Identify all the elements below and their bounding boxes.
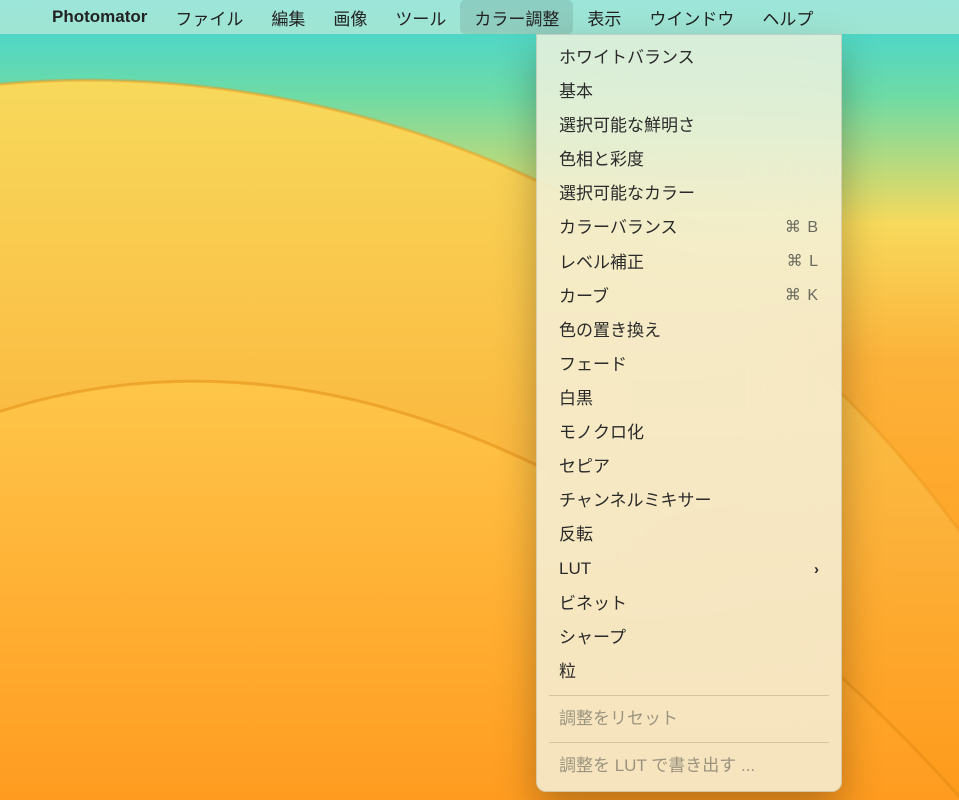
mi-reset-adjustments: 調整をリセット — [537, 702, 841, 736]
shortcut: ⌘ K — [785, 286, 819, 307]
mi-invert[interactable]: 反転 — [537, 518, 841, 552]
menu-tools[interactable]: ツール — [381, 0, 460, 34]
mi-lut[interactable]: LUT › — [537, 552, 841, 586]
dropdown-color-adjustments: ホワイトバランス 基本 選択可能な鮮明さ 色相と彩度 選択可能なカラー カラーバ… — [536, 34, 842, 792]
shortcut: ⌘ B — [785, 218, 819, 239]
mi-label: カラーバランス — [559, 217, 678, 239]
menu-app[interactable]: Photomator — [38, 0, 161, 34]
mi-label: 反転 — [559, 524, 593, 546]
mi-white-balance[interactable]: ホワイトバランス — [537, 41, 841, 75]
menu-file[interactable]: ファイル — [161, 0, 257, 34]
mi-label: 選択可能な鮮明さ — [559, 115, 695, 137]
mi-label: 色相と彩度 — [559, 149, 644, 171]
menu-edit[interactable]: 編集 — [257, 0, 319, 34]
mi-color-balance[interactable]: カラーバランス ⌘ B — [537, 211, 841, 245]
mi-label: 選択可能なカラー — [559, 183, 695, 205]
separator — [549, 695, 829, 696]
mi-label: フェード — [559, 354, 627, 376]
mi-label: 色の置き換え — [559, 320, 661, 342]
mi-label: カーブ — [559, 286, 609, 308]
mi-label: LUT — [559, 558, 591, 580]
mi-label: モノクロ化 — [559, 422, 644, 444]
mi-label: 調整を LUT で書き出す ... — [559, 755, 755, 777]
menu-image[interactable]: 画像 — [319, 0, 381, 34]
mi-label: シャープ — [559, 627, 626, 649]
menubar: Photomator ファイル 編集 画像 ツール カラー調整 表示 ウインドウ… — [0, 0, 959, 34]
mi-label: 調整をリセット — [559, 708, 678, 730]
shortcut: ⌘ L — [787, 252, 819, 273]
mi-vignette[interactable]: ビネット — [537, 587, 841, 621]
chevron-right-icon: › — [814, 560, 819, 580]
mi-grain[interactable]: 粒 — [537, 655, 841, 689]
menu-view[interactable]: 表示 — [573, 0, 635, 34]
mi-black-white[interactable]: 白黒 — [537, 382, 841, 416]
mi-basic[interactable]: 基本 — [537, 75, 841, 109]
mi-replace-color[interactable]: 色の置き換え — [537, 314, 841, 348]
mi-levels[interactable]: レベル補正 ⌘ L — [537, 246, 841, 280]
mi-export-lut: 調整を LUT で書き出す ... — [537, 749, 841, 783]
mi-sharpen[interactable]: シャープ — [537, 621, 841, 655]
menu-help[interactable]: ヘルプ — [748, 0, 827, 34]
separator — [549, 742, 829, 743]
mi-label: 白黒 — [559, 388, 593, 410]
mi-label: 粒 — [559, 661, 576, 683]
mi-sepia[interactable]: セピア — [537, 450, 841, 484]
mi-label: チャンネルミキサー — [559, 490, 712, 512]
mi-channel-mixer[interactable]: チャンネルミキサー — [537, 484, 841, 518]
mi-label: ビネット — [559, 593, 627, 615]
mi-hue-saturation[interactable]: 色相と彩度 — [537, 143, 841, 177]
mi-monochrome[interactable]: モノクロ化 — [537, 416, 841, 450]
mi-label: ホワイトバランス — [559, 47, 695, 69]
mi-label: レベル補正 — [559, 252, 644, 274]
menu-color-adjustments[interactable]: カラー調整 — [460, 0, 573, 34]
mi-label: セピア — [559, 456, 610, 478]
mi-selective-color[interactable]: 選択可能なカラー — [537, 177, 841, 211]
menu-window[interactable]: ウインドウ — [635, 0, 748, 34]
mi-label: 基本 — [559, 81, 593, 103]
mi-selective-clarity[interactable]: 選択可能な鮮明さ — [537, 109, 841, 143]
mi-fade[interactable]: フェード — [537, 348, 841, 382]
mi-curves[interactable]: カーブ ⌘ K — [537, 280, 841, 314]
